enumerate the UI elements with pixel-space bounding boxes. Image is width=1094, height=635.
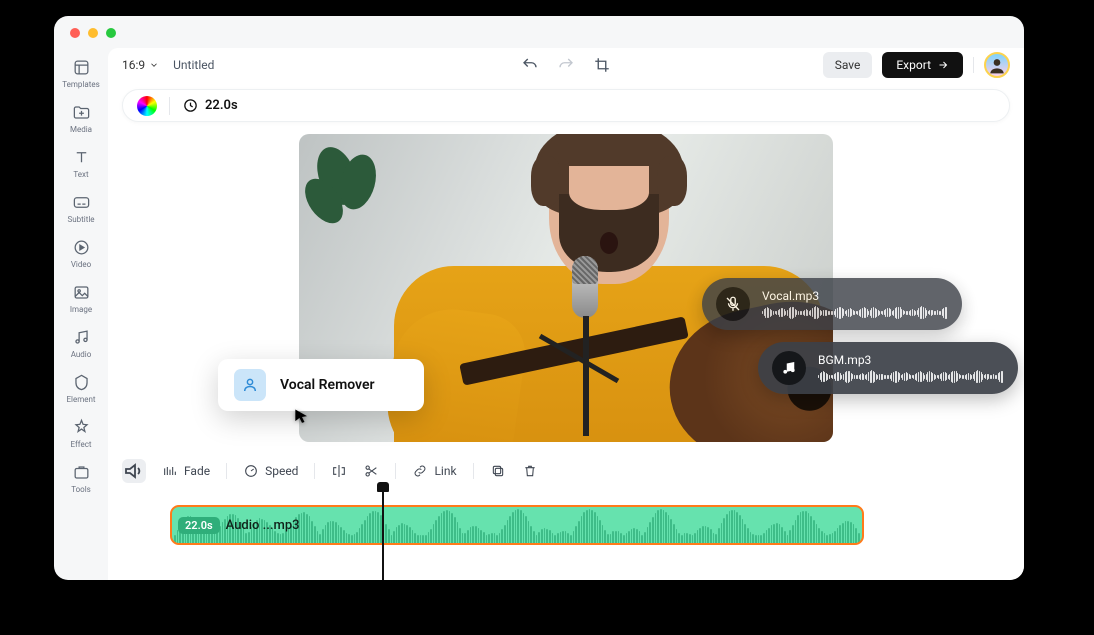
- split-icon: [331, 463, 347, 479]
- zoom-dot[interactable]: [106, 28, 116, 38]
- vocal-remover-popup[interactable]: Vocal Remover: [218, 359, 424, 411]
- track-name: Vocal.mp3: [762, 289, 948, 303]
- arrow-right-icon: [937, 59, 949, 71]
- image-icon: [72, 283, 91, 302]
- speed-button[interactable]: Speed: [243, 463, 298, 479]
- scissors-icon: [363, 463, 379, 479]
- export-label: Export: [896, 58, 931, 72]
- redo-icon[interactable]: [557, 56, 575, 74]
- nav-label: Effect: [71, 440, 92, 449]
- copy-icon: [490, 463, 506, 479]
- nav-subtitle[interactable]: Subtitle: [58, 189, 104, 228]
- track-name: BGM.mp3: [818, 353, 1004, 367]
- nav-label: Video: [71, 260, 91, 269]
- nav-element[interactable]: Element: [58, 369, 104, 408]
- nav-audio[interactable]: Audio: [58, 324, 104, 363]
- aspect-selector[interactable]: 16:9: [122, 58, 159, 72]
- text-icon: [72, 148, 91, 167]
- cursor-icon: [292, 407, 312, 431]
- nav-templates[interactable]: Templates: [58, 54, 104, 93]
- canvas: Vocal Remover Vocal.mp3 BGM.mp3: [108, 122, 1024, 454]
- audio-icon: [72, 328, 91, 347]
- avatar-icon: [987, 55, 1007, 75]
- nav-text[interactable]: Text: [58, 144, 104, 183]
- timeline[interactable]: 22.0s Audio ...mp3: [108, 487, 1024, 580]
- link-icon: [412, 463, 428, 479]
- templates-icon: [72, 58, 91, 77]
- link-label: Link: [434, 464, 456, 478]
- popup-label: Vocal Remover: [280, 377, 375, 393]
- user-avatar[interactable]: [984, 52, 1010, 78]
- person-icon: [234, 369, 266, 401]
- nav-label: Image: [70, 305, 92, 314]
- export-button[interactable]: Export: [882, 52, 963, 78]
- video-icon: [72, 238, 91, 257]
- aspect-value: 16:9: [122, 58, 145, 72]
- save-button[interactable]: Save: [823, 52, 873, 78]
- nav-image[interactable]: Image: [58, 279, 104, 318]
- waveform-mini: [762, 306, 948, 320]
- duration-value: 22.0s: [205, 98, 238, 113]
- nav-label: Templates: [62, 80, 99, 89]
- copy-button[interactable]: [490, 463, 506, 479]
- clock-icon: [182, 97, 199, 114]
- nav-effect[interactable]: Effect: [58, 414, 104, 453]
- nav-media[interactable]: Media: [58, 99, 104, 138]
- undo-icon[interactable]: [521, 56, 539, 74]
- bgm-track-toast: BGM.mp3: [758, 342, 1018, 394]
- nav-label: Text: [73, 170, 88, 179]
- fade-icon: [162, 463, 178, 479]
- nav-label: Subtitle: [67, 215, 94, 224]
- speed-icon: [243, 463, 259, 479]
- cut-button[interactable]: [363, 463, 379, 479]
- audio-clip[interactable]: 22.0s Audio ...mp3: [170, 505, 864, 545]
- close-dot[interactable]: [70, 28, 80, 38]
- nav-label: Media: [70, 125, 92, 134]
- color-picker[interactable]: [137, 96, 157, 116]
- tools-icon: [72, 463, 91, 482]
- trash-icon: [522, 463, 538, 479]
- chevron-down-icon: [149, 60, 159, 70]
- fade-button[interactable]: Fade: [162, 463, 210, 479]
- minimize-dot[interactable]: [88, 28, 98, 38]
- nav-video[interactable]: Video: [58, 234, 104, 273]
- info-bar: 22.0s: [122, 89, 1010, 122]
- playhead[interactable]: [382, 483, 384, 580]
- nav-label: Tools: [71, 485, 91, 494]
- delete-button[interactable]: [522, 463, 538, 479]
- subtitle-icon: [72, 193, 91, 212]
- fade-label: Fade: [184, 464, 210, 478]
- mic-muted-icon: [716, 287, 750, 321]
- link-button[interactable]: Link: [412, 463, 456, 479]
- top-bar: 16:9 Untitled Save Export: [108, 48, 1024, 83]
- duration-display: 22.0s: [182, 97, 238, 114]
- element-icon: [72, 373, 91, 392]
- nav-tools[interactable]: Tools: [58, 459, 104, 498]
- speed-label: Speed: [265, 464, 298, 478]
- nav-label: Audio: [71, 350, 92, 359]
- clip-toolbar: Fade Speed Link: [108, 454, 1024, 487]
- volume-button[interactable]: [122, 459, 146, 483]
- window-controls: [70, 28, 116, 38]
- clip-duration-badge: 22.0s: [178, 517, 220, 534]
- split-left-button[interactable]: [331, 463, 347, 479]
- clip-filename: Audio ...mp3: [226, 518, 300, 533]
- waveform-mini: [818, 370, 1004, 384]
- project-title[interactable]: Untitled: [173, 58, 214, 72]
- music-note-icon: [772, 351, 806, 385]
- crop-icon[interactable]: [593, 56, 611, 74]
- effect-icon: [72, 418, 91, 437]
- media-icon: [72, 103, 91, 122]
- vocal-track-toast: Vocal.mp3: [702, 278, 962, 330]
- nav-sidebar: Templates Media Text Subtitle Video Imag…: [54, 48, 108, 580]
- nav-label: Element: [66, 395, 95, 404]
